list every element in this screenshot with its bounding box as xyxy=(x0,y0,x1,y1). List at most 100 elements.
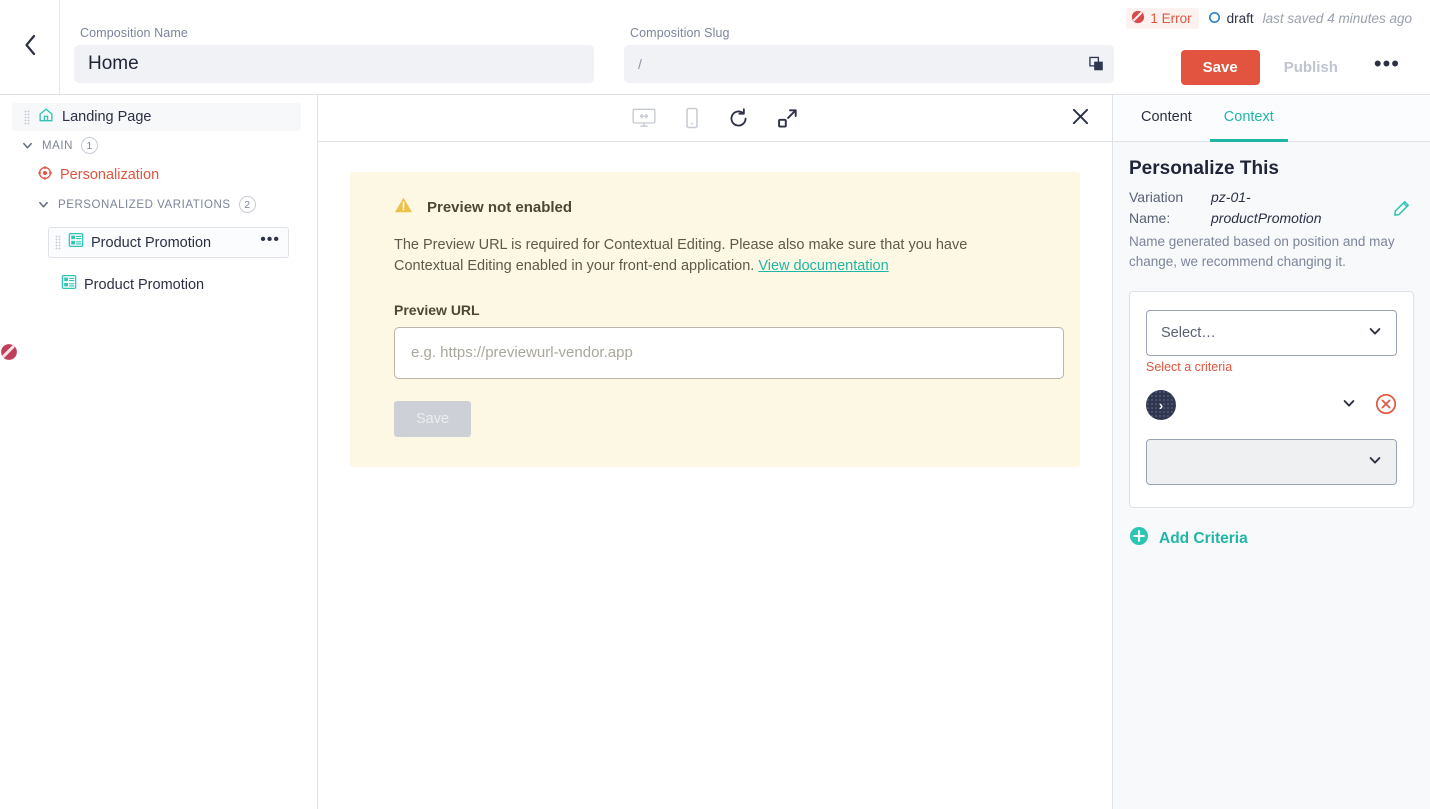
criteria-type-placeholder: Select… xyxy=(1161,325,1216,342)
tree-group-label: MAIN xyxy=(42,139,73,152)
warning-body-text: The Preview URL is required for Contextu… xyxy=(394,235,1036,278)
top-header-bar: Composition Name Home Composition Slug /… xyxy=(0,0,1430,95)
refresh-icon[interactable] xyxy=(725,105,752,132)
tab-content[interactable]: Content xyxy=(1127,95,1206,142)
publish-button[interactable]: Publish xyxy=(1266,50,1356,85)
variation-value-line2: productPromotion xyxy=(1211,210,1322,226)
tree-group-count: 2 xyxy=(238,196,256,213)
home-icon xyxy=(38,107,54,128)
tree-group-personalized-variations[interactable]: PERSONALIZED VARIATIONS 2 xyxy=(0,190,317,219)
tree-item-product-promotion-selected[interactable]: Product Promotion ••• xyxy=(48,227,289,258)
close-preview-button[interactable] xyxy=(1071,107,1090,129)
variation-name-note: Name generated based on position and may… xyxy=(1129,234,1395,269)
composition-tree-panel: Landing Page MAIN 1 Personalization PERS… xyxy=(0,95,318,809)
criteria-operator-row: › xyxy=(1146,385,1397,425)
main-body: Landing Page MAIN 1 Personalization PERS… xyxy=(0,95,1430,809)
drag-grip-icon[interactable] xyxy=(24,109,30,125)
expand-diagonal-icon[interactable] xyxy=(774,105,801,132)
error-circle-icon xyxy=(1131,10,1145,27)
composition-slug-value: / xyxy=(638,56,642,72)
back-button[interactable] xyxy=(0,0,60,95)
remove-criteria-button[interactable] xyxy=(1375,393,1397,418)
panel-tabs: Content Context xyxy=(1113,95,1430,142)
tree-item-label: Landing Page xyxy=(62,109,152,125)
criteria-type-select[interactable]: Select… xyxy=(1146,310,1397,357)
close-x-icon xyxy=(1071,108,1090,129)
chevron-down-icon[interactable] xyxy=(38,199,50,210)
preview-url-input[interactable] xyxy=(394,326,1064,379)
composition-name-label: Composition Name xyxy=(80,26,188,40)
context-panel: Content Context Personalize This Variati… xyxy=(1112,95,1430,809)
tree-item-personalization[interactable]: Personalization xyxy=(0,160,317,190)
variation-name-block: Variation Name: pz-01- productPromotion xyxy=(1129,187,1414,229)
edit-variation-name-button[interactable] xyxy=(1393,200,1410,220)
drag-grip-icon[interactable] xyxy=(55,235,61,250)
tree-item-landing-page[interactable]: Landing Page xyxy=(12,103,301,131)
preview-device-tools xyxy=(629,104,801,132)
error-circle-icon xyxy=(0,343,18,366)
preview-content-area: Preview not enabled The Preview URL is r… xyxy=(318,142,1112,506)
operator-badge-icon[interactable]: › xyxy=(1146,390,1176,421)
tab-context[interactable]: Context xyxy=(1209,95,1288,142)
tree-item-label: Product Promotion xyxy=(91,234,212,251)
error-count-badge[interactable]: 1 Error xyxy=(1126,8,1199,29)
context-panel-body: Personalize This Variation Name: pz-01- … xyxy=(1113,142,1430,809)
warning-title: Preview not enabled xyxy=(427,199,573,216)
copy-icon[interactable] xyxy=(1089,56,1104,72)
error-count-label: 1 Error xyxy=(1150,11,1192,26)
save-button[interactable]: Save xyxy=(1180,50,1260,85)
composition-name-input[interactable]: Home xyxy=(74,45,594,83)
preview-url-label: Preview URL xyxy=(394,301,480,318)
tree-item-product-promotion-2[interactable]: Product Promotion xyxy=(54,269,289,300)
target-icon xyxy=(37,165,53,185)
preview-panel: Preview not enabled The Preview URL is r… xyxy=(318,95,1112,809)
circle-outline-icon xyxy=(1208,11,1221,27)
more-options-button[interactable]: ••• xyxy=(1362,51,1412,85)
panel-title: Personalize This xyxy=(1129,158,1279,179)
tree-item-label: Personalization xyxy=(60,167,160,183)
composition-slug-input[interactable]: / xyxy=(624,45,1114,83)
tree-group-count: 1 xyxy=(80,137,98,154)
composition-slug-field-block: Composition Slug / xyxy=(624,0,1114,83)
variation-name-labels: Variation Name: xyxy=(1129,187,1207,229)
add-criteria-button[interactable]: Add Criteria xyxy=(1129,526,1414,551)
preview-toolbar xyxy=(318,95,1112,142)
chevron-down-icon xyxy=(1368,453,1382,471)
ellipsis-icon[interactable]: ••• xyxy=(260,232,280,253)
tree-item-label: Product Promotion xyxy=(84,276,205,293)
desktop-responsive-icon[interactable] xyxy=(629,105,659,131)
add-criteria-label: Add Criteria xyxy=(1159,529,1248,547)
chevron-down-icon[interactable] xyxy=(1342,396,1356,415)
remove-circle-icon xyxy=(1375,393,1397,418)
preview-not-enabled-card: Preview not enabled The Preview URL is r… xyxy=(350,172,1080,467)
criteria-error-message: Select a criteria xyxy=(1146,360,1233,375)
draft-status-chip: draft xyxy=(1208,11,1254,27)
warning-header: Preview not enabled xyxy=(394,196,1036,219)
view-documentation-link[interactable]: View documentation xyxy=(758,258,888,274)
mobile-device-icon[interactable] xyxy=(681,104,703,132)
status-indicators: 1 Error draft last saved 4 minutes ago xyxy=(1126,8,1412,29)
variation-name-values: pz-01- productPromotion xyxy=(1211,187,1322,229)
last-saved-label: last saved 4 minutes ago xyxy=(1262,11,1412,26)
component-icon xyxy=(68,232,84,253)
tree-group-label: PERSONALIZED VARIATIONS xyxy=(58,198,231,211)
composition-slug-label: Composition Slug xyxy=(630,26,730,40)
variation-value-line1: pz-01- xyxy=(1211,189,1251,205)
criteria-card: Select… Select a criteria › xyxy=(1129,291,1414,509)
variation-label-line2: Name: xyxy=(1129,210,1171,226)
pencil-icon xyxy=(1393,200,1410,220)
criteria-value-select[interactable] xyxy=(1146,439,1397,486)
variation-label-line1: Variation xyxy=(1129,189,1184,205)
draft-status-label: draft xyxy=(1226,11,1254,26)
component-icon xyxy=(61,274,77,295)
chevron-left-icon xyxy=(23,34,37,61)
chevron-down-icon[interactable] xyxy=(22,140,34,151)
app-root: Composition Name Home Composition Slug /… xyxy=(0,0,1430,809)
header-actions: Save Publish ••• xyxy=(1180,50,1412,85)
composition-name-field-block: Composition Name Home xyxy=(74,0,594,83)
warning-triangle-icon xyxy=(394,196,413,219)
tree-group-main[interactable]: MAIN 1 xyxy=(0,131,317,160)
chevron-down-icon xyxy=(1368,324,1382,342)
plus-circle-icon xyxy=(1129,526,1149,551)
preview-url-save-button[interactable]: Save xyxy=(394,400,472,437)
